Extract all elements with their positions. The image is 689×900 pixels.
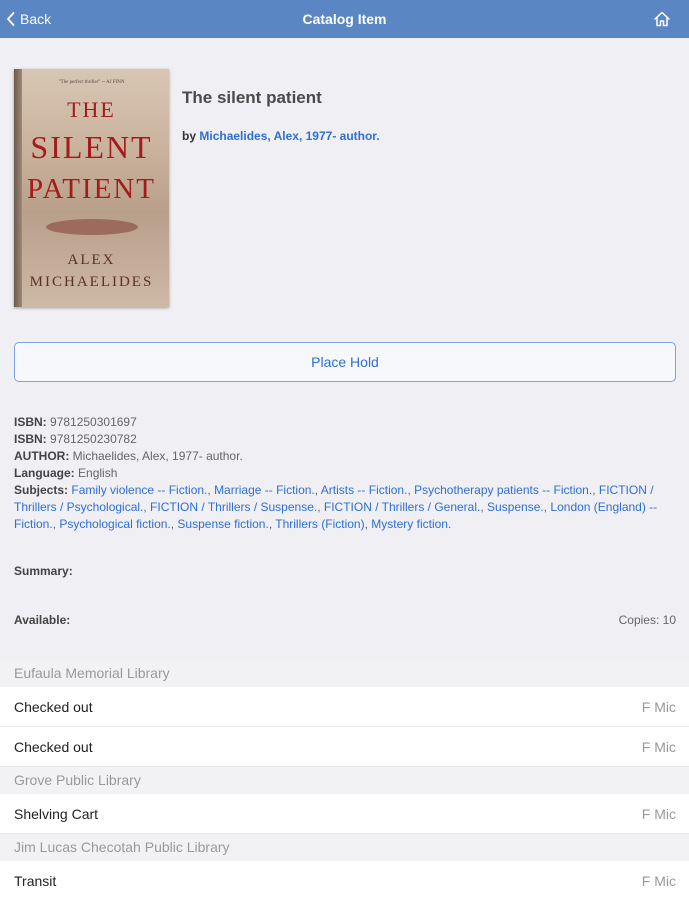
cover-title-line: THE [67,97,116,122]
subject-link[interactable]: Thrillers (Fiction) [275,517,364,531]
page-title: Catalog Item [302,11,387,27]
cover-lips-art [46,219,138,235]
isbn-line: ISBN: 9781250301697 [14,414,676,431]
subject-link[interactable]: Mystery fiction. [371,517,451,531]
subject-link[interactable]: Marriage -- Fiction. [214,483,315,497]
copy-status: Shelving Cart [14,805,99,822]
copies-count: Copies: 10 [618,613,676,627]
language-value: English [78,466,118,480]
navigation-bar: Back Catalog Item [0,0,689,38]
author-link[interactable]: Michaelides, Alex, 1977- author. [199,129,379,143]
copy-row[interactable]: Checked out F Mic [0,727,689,767]
library-group-header: Eufaula Memorial Library [0,660,689,687]
book-title: The silent patient [182,88,322,107]
library-group-header: Jim Lucas Checotah Public Library [0,834,689,861]
byline: by Michaelides, Alex, 1977- author. [182,129,380,143]
author-value: Michaelides, Alex, 1977- author. [72,449,243,463]
summary-label: Summary: [14,564,73,578]
language-label: Language: [14,466,75,480]
call-number: F Mic [641,805,676,822]
subjects-list: Family violence -- Fiction., Marriage --… [14,483,658,531]
call-number: F Mic [641,698,676,715]
author-line: AUTHOR: Michaelides, Alex, 1977- author. [14,448,676,465]
cover-title-line: PATIENT [27,173,156,205]
copy-status: Checked out [14,698,93,715]
subject-link[interactable]: FICTION / Thrillers / Suspense. [150,500,317,514]
language-line: Language: English [14,465,676,482]
holdings-list: Eufaula Memorial Library Checked out F Mic… [0,660,689,900]
copy-status: Transit [14,872,57,889]
subject-link[interactable]: Psychotherapy patients -- Fiction. [414,483,592,497]
copy-row[interactable]: Transit F Mic [0,861,689,900]
author-label: AUTHOR: [14,449,70,463]
by-prefix: by [182,129,197,143]
book-cover-image: "The perfect thriller" -- AJ FINN THE SI… [14,69,169,307]
subject-link[interactable]: FICTION / Thrillers / General. [324,500,480,514]
subject-link[interactable]: Suspense fiction. [177,517,268,531]
cover-author-line: ALEX [67,252,116,268]
isbn-label: ISBN: [14,432,47,446]
isbn-label: ISBN: [14,415,47,429]
cover-author-line: MICHAELIDES [29,274,154,290]
subject-link[interactable]: Artists -- Fiction. [321,483,408,497]
subject-link[interactable]: Family violence -- Fiction. [71,483,207,497]
copy-status: Checked out [14,738,93,755]
isbn-value: 9781250230782 [50,432,137,446]
cover-tagline: "The perfect thriller" -- AJ FINN [58,80,125,85]
library-group-header: Grove Public Library [0,767,689,794]
subjects-label: Subjects: [14,483,69,497]
home-icon[interactable] [653,10,671,28]
item-details: ISBN: 9781250301697 ISBN: 9781250230782 … [14,414,676,533]
copy-row[interactable]: Shelving Cart F Mic [0,794,689,834]
subject-link[interactable]: Suspense. [487,500,544,514]
isbn-line: ISBN: 9781250230782 [14,431,676,448]
call-number: F Mic [641,872,676,889]
place-hold-button[interactable]: Place Hold [14,342,676,382]
subjects-line: Subjects: Family violence -- Fiction., M… [14,482,676,533]
copy-row[interactable]: Checked out F Mic [0,687,689,727]
available-label: Available: [14,613,71,627]
isbn-value: 9781250301697 [50,415,137,429]
cover-title-line: SILENT [30,129,153,165]
call-number: F Mic [641,738,676,755]
subject-link[interactable]: Psychological fiction. [59,517,170,531]
